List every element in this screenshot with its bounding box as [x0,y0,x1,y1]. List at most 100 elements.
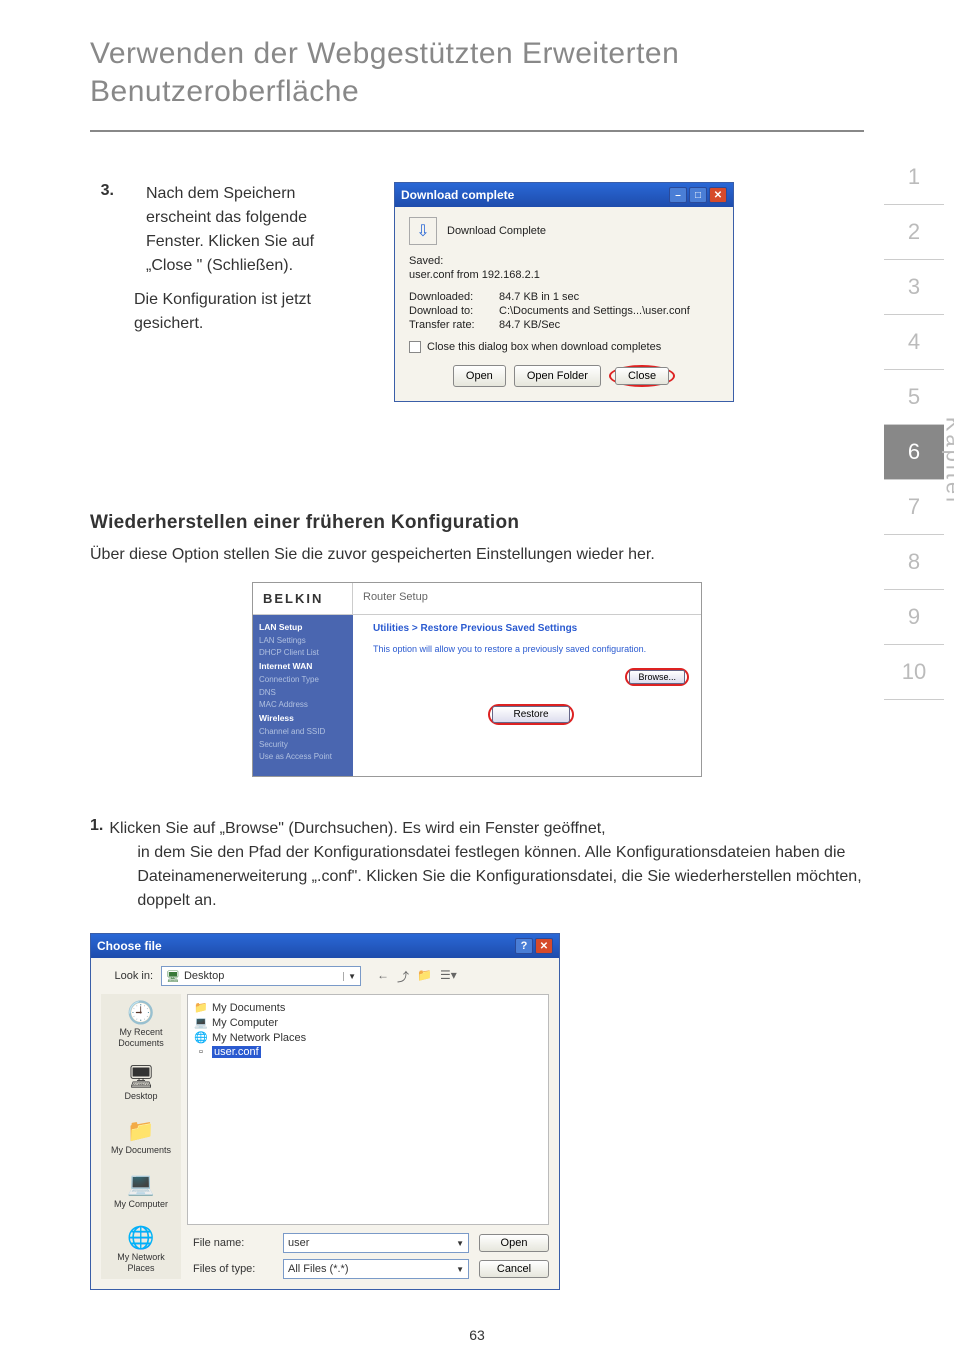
restore-button[interactable]: Restore [492,706,569,723]
place-documents-label: My Documents [111,1145,171,1155]
network-item-icon: 🌐 [194,1031,208,1044]
close-button[interactable]: Close [615,367,669,385]
filename-input[interactable]: user ▼ [283,1233,469,1253]
filetype-select[interactable]: All Files (*.*) ▼ [283,1259,469,1279]
network-icon: 🌐 [103,1225,179,1250]
place-network[interactable]: 🌐My Network Places [103,1225,179,1273]
cancel-file-button[interactable]: Cancel [479,1260,549,1278]
router-main-desc: This option will allow you to restore a … [373,644,689,654]
chapter-link-7[interactable]: 7 [884,480,944,535]
chapter-link-3[interactable]: 3 [884,260,944,315]
step3-text-1: Nach dem Speichern erscheint das folgend… [134,182,364,278]
chapter-link-8[interactable]: 8 [884,535,944,590]
look-in-label: Look in: [101,970,153,982]
step1-line2: in dem Sie den Pfad der Konfigurationsda… [109,841,864,913]
up-icon[interactable]: ⤴ [397,968,409,985]
view-menu-icon[interactable]: ☰▾ [440,968,457,985]
recent-icon: 🕘 [103,1000,179,1025]
sidebar-lan-settings[interactable]: LAN Settings [259,635,347,648]
file-label: My Computer [212,1017,278,1029]
chapter-link-5[interactable]: 5 [884,370,944,425]
places-bar: 🕘My Recent Documents 🖥Desktop 📁 My Docume… [101,994,181,1279]
filename-value: user [288,1237,309,1249]
chapter-nav: 1 2 3 4 5 6 7 8 9 10 [884,150,944,700]
saved-value: user.conf from 192.168.2.1 [409,269,719,281]
download-heading: Download Complete [447,225,546,237]
downloaded-label: Downloaded: [409,291,499,303]
back-icon[interactable]: ← [377,968,389,985]
dialog-titlebar: Download complete – □ ✕ [395,183,733,207]
page-number: 63 [0,1327,954,1343]
documents-icon: 📁 [111,1118,171,1143]
chapter-link-9[interactable]: 9 [884,590,944,645]
place-network-label: My Network Places [117,1252,165,1272]
place-desktop-label: Desktop [124,1091,157,1101]
close-button-highlight: Close [609,365,675,387]
sidebar-channel-ssid[interactable]: Channel and SSID [259,726,347,739]
file-item-user-conf[interactable]: ▫user.conf [194,1046,542,1058]
place-desktop[interactable]: 🖥Desktop [124,1064,157,1102]
file-item-network-places[interactable]: 🌐 My Network Places [194,1031,542,1044]
choose-title: Choose file [97,939,162,953]
place-computer-label: My Computer [114,1199,168,1209]
page-header: Verwenden der Webgestützten Erweiterten … [0,0,954,120]
download-icon: ⇩ [409,217,437,245]
router-main-title: Utilities > Restore Previous Saved Setti… [373,623,689,634]
dialog-title: Download complete [401,188,514,202]
router-setup-panel: BELKIN Router Setup LAN Setup LAN Settin… [252,582,702,777]
download-to-label: Download to: [409,305,499,317]
filetype-chevron-icon: ▼ [456,1265,464,1274]
desktop-icon: 🖥 [166,970,180,983]
file-item-my-documents[interactable]: 📁My Documents [194,1001,542,1014]
sidebar-access-point[interactable]: Use as Access Point [259,751,347,764]
step3-text-2: Die Konfiguration ist jetzt gesichert. [134,288,364,336]
choose-close-icon[interactable]: ✕ [535,938,553,954]
chapter-link-4[interactable]: 4 [884,315,944,370]
close-when-done-checkbox[interactable] [409,341,421,353]
sidebar-lan-setup[interactable]: LAN Setup [259,621,347,635]
look-in-select[interactable]: 🖥 Desktop ▼ [161,966,361,986]
help-icon[interactable]: ? [515,938,533,954]
look-in-value: Desktop [184,970,224,982]
nav-icons: ← ⤴ 📁 ☰▾ [377,968,457,985]
downloaded-value: 84.7 KB in 1 sec [499,291,719,303]
step1-number: 1. [90,817,103,913]
chapter-link-6[interactable]: 6 [884,425,944,480]
choose-titlebar: Choose file ? ✕ [91,934,559,958]
minimize-icon[interactable]: – [669,187,687,203]
open-folder-button[interactable]: Open Folder [514,365,601,387]
restore-section-title: Wiederherstellen einer früheren Konfigur… [90,512,864,534]
file-list[interactable]: 📁My Documents 💻My Computer 🌐 My Network P… [187,994,549,1225]
restore-section: Wiederherstellen einer früheren Konfigur… [90,512,864,1290]
open-button[interactable]: Open [453,365,506,387]
chapter-link-2[interactable]: 2 [884,205,944,260]
sidebar-internet-wan[interactable]: Internet WAN [259,660,347,674]
place-computer[interactable]: 💻My Computer [114,1171,168,1209]
page-title: Verwenden der Webgestützten Erweiterten … [90,35,864,110]
browse-button[interactable]: Browse... [629,670,685,684]
filename-label: File name: [187,1237,273,1249]
sidebar-security[interactable]: Security [259,739,347,752]
transfer-rate-label: Transfer rate: [409,319,499,331]
chevron-down-icon: ▼ [343,972,356,981]
sidebar-connection-type[interactable]: Connection Type [259,674,347,687]
sidebar-mac[interactable]: MAC Address [259,699,347,712]
chapter-label: Kapitel [940,417,954,505]
sidebar-wireless[interactable]: Wireless [259,712,347,726]
place-recent[interactable]: 🕘My Recent Documents [103,1000,179,1048]
step1-line1: Klicken Sie auf „Browse" (Durchsuchen). … [109,820,605,837]
chapter-link-10[interactable]: 10 [884,645,944,700]
close-icon[interactable]: ✕ [709,187,727,203]
sidebar-dhcp[interactable]: DHCP Client List [259,647,347,660]
sidebar-dns[interactable]: DNS [259,687,347,700]
chapter-link-1[interactable]: 1 [884,150,944,205]
new-folder-icon[interactable]: 📁 [417,968,432,985]
file-label: My Network Places [212,1032,306,1044]
file-item-my-computer[interactable]: 💻My Computer [194,1016,542,1029]
saved-label: Saved: [409,255,719,267]
maximize-icon[interactable]: □ [689,187,707,203]
place-documents[interactable]: 📁 My Documents [111,1118,171,1156]
download-complete-dialog: Download complete – □ ✕ ⇩ Download Compl… [394,182,734,402]
download-to-value: C:\Documents and Settings...\user.conf [499,305,719,317]
open-file-button[interactable]: Open [479,1234,549,1252]
